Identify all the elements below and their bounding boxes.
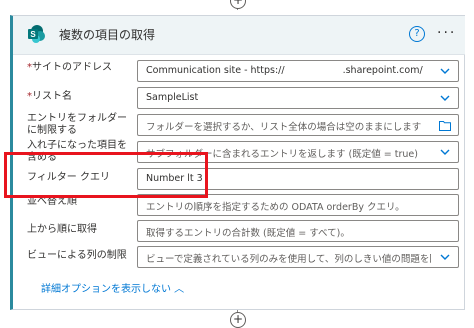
limit-columns-dropdown[interactable]: ビューで定義されている列のみを使用して、列のしきい値の問題を回避	[137, 246, 459, 268]
top-count-placeholder: 取得するエントリの合計数 (既定値 = すべて)。	[146, 228, 350, 239]
action-header[interactable]: S 複数の項目の取得 ? ···	[13, 16, 465, 55]
site-address-value: Communication site - https://.sharepoint…	[146, 65, 423, 76]
list-name-dropdown[interactable]: SampleList	[137, 87, 459, 109]
field-row-top-count: 上から順に取得 取得するエントリの合計数 (既定値 = すべて)。	[13, 220, 465, 244]
add-step-top-icon[interactable]: +	[230, 0, 246, 9]
folder-limit-placeholder: フォルダーを選択するか、リスト全体の場合は空のままにします	[146, 122, 422, 133]
svg-text:S: S	[30, 30, 36, 39]
limit-columns-placeholder: ビューで定義されている列のみを使用して、列のしきい値の問題を回避	[146, 254, 431, 265]
hide-advanced-options-link[interactable]: 詳細オプションを表示しない ︿	[41, 280, 184, 295]
field-label: エントリをフォルダーに制限する	[27, 113, 127, 136]
field-label: 上から順に取得	[27, 224, 97, 235]
folder-icon[interactable]	[439, 120, 451, 131]
add-step-bottom-icon[interactable]: +	[230, 312, 246, 328]
chevron-down-icon[interactable]	[440, 93, 450, 103]
action-title: 複数の項目の取得	[59, 28, 156, 42]
field-row-list-name: *リスト名 SampleList	[13, 87, 465, 111]
chevron-down-icon[interactable]	[440, 66, 450, 76]
sharepoint-icon: S	[28, 25, 45, 43]
more-options-icon[interactable]: ···	[437, 25, 456, 41]
field-row-limit-columns: ビューによる列の制限 ビューで定義されている列のみを使用して、列のしきい値の問題…	[13, 246, 465, 270]
list-name-value: SampleList	[146, 92, 199, 103]
field-label: ビューによる列の制限	[27, 250, 127, 261]
order-by-placeholder: エントリの順序を指定するための ODATA orderBy クエリ。	[146, 202, 405, 213]
filter-query-highlight	[4, 152, 208, 198]
field-label: *リスト名	[27, 91, 72, 102]
help-icon[interactable]: ?	[409, 26, 425, 42]
chevron-down-icon[interactable]	[440, 147, 450, 157]
chevron-down-icon[interactable]	[440, 252, 450, 262]
field-row-folder-limit: エントリをフォルダーに制限する フォルダーを選択するか、リスト全体の場合は空のま…	[13, 113, 465, 138]
folder-limit-input[interactable]: フォルダーを選択するか、リスト全体の場合は空のままにします	[137, 114, 459, 136]
field-row-site-address: *サイトのアドレス Communication site - https://.…	[13, 60, 465, 84]
top-count-input[interactable]: 取得するエントリの合計数 (既定値 = すべて)。	[137, 220, 459, 242]
field-label: *サイトのアドレス	[27, 62, 112, 73]
site-address-dropdown[interactable]: Communication site - https://.sharepoint…	[137, 60, 459, 82]
